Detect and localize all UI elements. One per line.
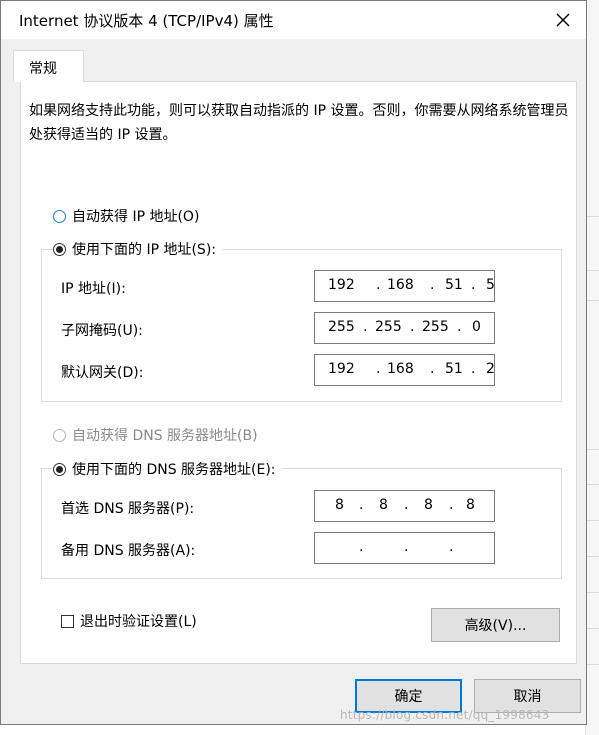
- gateway-octet-4: 2: [486, 361, 495, 377]
- close-button[interactable]: [548, 5, 578, 35]
- subnet-mask-input[interactable]: 255 . 255 . 255 . 0: [314, 312, 495, 344]
- background-divider: [586, 216, 599, 217]
- subnet-dot: .: [363, 319, 368, 335]
- manual-ip-radio[interactable]: [53, 242, 66, 256]
- manual-dns-option[interactable]: 使用下面的 DNS 服务器地址(E):: [53, 459, 282, 479]
- ipv4-properties-dialog: Internet 协议版本 4 (TCP/IPv4) 属性 常规 如果网络支持此…: [0, 0, 587, 725]
- manual-ip-label: 使用下面的 IP 地址(S):: [72, 242, 216, 258]
- auto-ip-radio[interactable]: [53, 209, 66, 223]
- preferred-dns-octet-1: 8: [335, 497, 344, 513]
- auto-dns-option[interactable]: 自动获得 DNS 服务器地址(B): [53, 425, 264, 445]
- advanced-button[interactable]: 高级(V)...: [431, 608, 560, 642]
- auto-dns-label: 自动获得 DNS 服务器地址(B): [72, 428, 258, 444]
- background-divider: [586, 270, 599, 271]
- alternate-dns-dot: .: [404, 539, 409, 555]
- ip-address-octet-1: 192: [328, 277, 355, 293]
- background-divider: [586, 628, 599, 629]
- background-divider: [586, 556, 599, 557]
- manual-dns-label: 使用下面的 DNS 服务器地址(E):: [72, 462, 276, 478]
- alternate-dns-dot: .: [359, 539, 364, 555]
- preferred-dns-label: 首选 DNS 服务器(P):: [61, 501, 195, 517]
- description-text: 如果网络支持此功能，则可以获取自动指派的 IP 设置。否则，你需要从网络系统管理…: [29, 103, 569, 143]
- tab-general[interactable]: 常规: [13, 50, 84, 82]
- manual-dns-radio[interactable]: [53, 462, 66, 476]
- subnet-mask-label: 子网掩码(U):: [61, 323, 143, 339]
- window-title: Internet 协议版本 4 (TCP/IPv4) 属性: [19, 12, 274, 30]
- background-window-strip: [585, 0, 599, 735]
- background-divider: [586, 664, 599, 665]
- background-divider: [586, 520, 599, 521]
- auto-ip-label: 自动获得 IP 地址(O): [72, 209, 200, 225]
- manual-ip-option[interactable]: 使用下面的 IP 地址(S):: [53, 239, 222, 259]
- ip-address-octet-3: 51: [445, 277, 463, 293]
- auto-dns-radio[interactable]: [53, 428, 66, 442]
- tab-general-label: 常规: [29, 61, 57, 77]
- default-gateway-label: 默认网关(D):: [61, 365, 144, 381]
- close-icon: [556, 13, 570, 27]
- ip-address-label: IP 地址(I):: [61, 281, 126, 297]
- subnet-octet-1: 255: [328, 319, 355, 335]
- alternate-dns-input[interactable]: . . .: [314, 532, 495, 564]
- alternate-dns-label: 备用 DNS 服务器(A):: [61, 543, 196, 559]
- preferred-dns-octet-2: 8: [379, 497, 388, 513]
- subnet-octet-4: 0: [472, 319, 481, 335]
- validate-on-exit-label: 退出时验证设置(L): [80, 614, 197, 630]
- validate-on-exit-checkbox[interactable]: [61, 614, 74, 628]
- default-gateway-input[interactable]: 192 . 168 . 51 . 2: [314, 354, 495, 386]
- gateway-octet-3: 51: [445, 361, 463, 377]
- gateway-dot: .: [430, 361, 435, 377]
- preferred-dns-octet-4: 8: [466, 497, 475, 513]
- gateway-octet-2: 168: [387, 361, 414, 377]
- validate-on-exit-option[interactable]: 退出时验证设置(L): [61, 611, 197, 631]
- ip-address-octet-4: 5: [486, 277, 495, 293]
- ip-address-input[interactable]: 192 . 168 . 51 . 5: [314, 270, 495, 302]
- gateway-dot: .: [376, 361, 381, 377]
- general-tab-panel: 如果网络支持此功能，则可以获取自动指派的 IP 设置。否则，你需要从网络系统管理…: [20, 81, 577, 664]
- ip-address-dot: .: [430, 277, 435, 293]
- alternate-dns-dot: .: [449, 539, 454, 555]
- background-divider: [586, 484, 599, 485]
- background-divider: [586, 300, 599, 301]
- ip-address-dot: .: [471, 277, 476, 293]
- watermark-url: https://blog.csdn.net/qq_1998643: [340, 708, 550, 722]
- preferred-dns-input[interactable]: 8 . 8 . 8 . 8: [314, 490, 495, 522]
- background-divider: [586, 592, 599, 593]
- ip-address-dot: .: [376, 277, 381, 293]
- preferred-dns-dot: .: [449, 497, 454, 513]
- preferred-dns-dot: .: [404, 497, 409, 513]
- auto-ip-option[interactable]: 自动获得 IP 地址(O): [53, 206, 206, 226]
- subnet-dot: .: [410, 319, 415, 335]
- ip-address-octet-2: 168: [387, 277, 414, 293]
- gateway-octet-1: 192: [328, 361, 355, 377]
- preferred-dns-octet-3: 8: [424, 497, 433, 513]
- preferred-dns-dot: .: [359, 497, 364, 513]
- gateway-dot: .: [471, 361, 476, 377]
- title-bar: Internet 协议版本 4 (TCP/IPv4) 属性: [1, 1, 586, 39]
- subnet-octet-3: 255: [422, 319, 449, 335]
- subnet-dot: .: [457, 319, 462, 335]
- background-divider: [586, 449, 599, 450]
- subnet-octet-2: 255: [375, 319, 402, 335]
